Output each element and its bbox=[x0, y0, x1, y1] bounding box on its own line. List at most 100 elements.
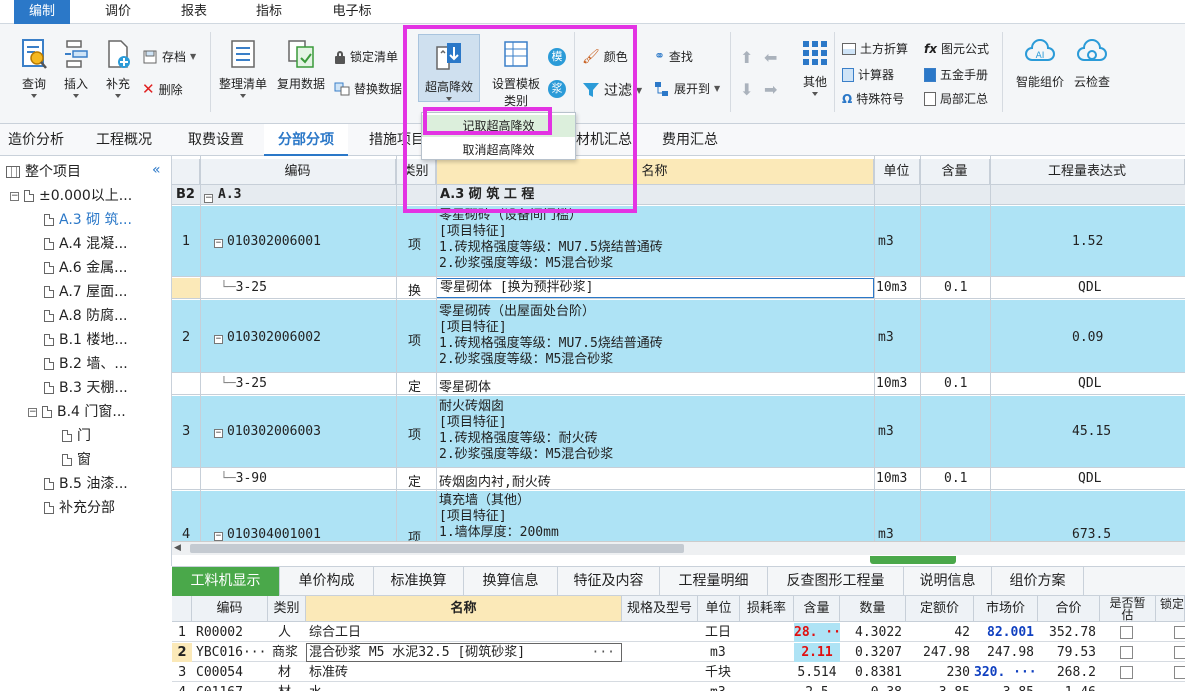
table-row[interactable]: 2 −010302006002 项 零星砌砖（出屋面处台阶） [项目特征] 1.… bbox=[172, 300, 1185, 373]
table-row[interactable]: 1 −010302006001 项 零星砌砖（设备间门槛） [项目特征] 1.砖… bbox=[172, 206, 1185, 277]
smart-price-button[interactable]: AI 智能组价 bbox=[1010, 38, 1070, 90]
bottom-header-quota-price[interactable]: 定额价 bbox=[906, 596, 974, 622]
lock-checkbox[interactable] bbox=[1174, 666, 1185, 679]
hardware-manual-button[interactable]: 五金手册 bbox=[924, 66, 988, 83]
scroll-left-icon[interactable]: ◀ bbox=[174, 543, 181, 553]
arrow-down-icon[interactable]: ⬇ bbox=[740, 80, 753, 99]
reuse-data-button[interactable]: 复用数据 bbox=[274, 38, 328, 92]
save-button[interactable]: 存档 ▼ bbox=[142, 48, 196, 65]
menu-dianzibiao[interactable]: 电子标 bbox=[322, 0, 382, 24]
other-button[interactable]: 其他 bbox=[796, 38, 834, 96]
tab-fee-summary[interactable]: 费用汇总 bbox=[650, 124, 730, 156]
query-button[interactable]: 查询 bbox=[14, 38, 54, 98]
lock-checkbox[interactable] bbox=[1174, 626, 1185, 639]
expand-to-button[interactable]: 展开到 ▼ bbox=[654, 80, 720, 97]
tree-node[interactable]: 补充分部 bbox=[44, 496, 115, 520]
tree-node[interactable]: B.5 油漆... bbox=[44, 472, 128, 496]
tree-node[interactable]: B.2 墙、... bbox=[44, 352, 128, 376]
row-name-input[interactable]: 零星砌体 [换为预拌砂浆] bbox=[436, 278, 874, 298]
local-summary-button[interactable]: 局部汇总 bbox=[924, 90, 988, 107]
arrow-left-icon[interactable]: ⬅ bbox=[764, 48, 777, 67]
tab-reverse-check[interactable]: 反查图形工程量 bbox=[768, 567, 904, 596]
tree-node[interactable]: 门 bbox=[62, 424, 91, 448]
tab-features[interactable]: 特征及内容 bbox=[558, 567, 660, 596]
tab-fee-settings[interactable]: 取费设置 bbox=[174, 124, 258, 156]
section-row[interactable]: B2 − A.3 A.3 砌 筑 工 程 bbox=[172, 185, 1185, 205]
bottom-header-code[interactable]: 编码 bbox=[192, 596, 268, 622]
table-row-selected[interactable]: 2 YBC016··· 商浆 混合砂浆 M5 水泥32.5 [砌筑砂浆] ··· … bbox=[172, 643, 1185, 662]
scrollbar-thumb[interactable] bbox=[190, 544, 684, 553]
provisional-checkbox[interactable] bbox=[1120, 626, 1133, 639]
arrow-up-icon[interactable]: ⬆ bbox=[740, 48, 753, 67]
tree-node[interactable]: A.4 混凝... bbox=[44, 232, 128, 256]
grid-header-qty[interactable]: 含量 bbox=[920, 159, 990, 185]
collapse-box-icon[interactable]: − bbox=[204, 189, 213, 204]
find-button[interactable]: ⚭ 查找 bbox=[654, 48, 693, 65]
tab-sub-items[interactable]: 分部分项 bbox=[264, 124, 348, 156]
tree-node[interactable]: − B.4 门窗... bbox=[28, 400, 126, 424]
menu-baobiao[interactable]: 报表 bbox=[170, 0, 218, 24]
table-row[interactable]: └─3-90 定 砖烟囱内衬,耐火砖 10m3 0.1 QDL bbox=[172, 469, 1185, 490]
bottom-header-qty[interactable]: 数量 bbox=[840, 596, 906, 622]
tree-node[interactable]: − ±0.000以上... bbox=[10, 184, 132, 208]
tree-node[interactable]: A.6 金属... bbox=[44, 256, 128, 280]
replace-data-button[interactable]: 替换数据 bbox=[334, 80, 402, 97]
tab-description[interactable]: 说明信息 bbox=[904, 567, 992, 596]
provisional-checkbox[interactable] bbox=[1120, 646, 1133, 659]
tab-price-plan[interactable]: 组价方案 bbox=[992, 567, 1084, 596]
table-row[interactable]: 3 C00054 材 标准砖 千块 5.514 0.8381 230 320. … bbox=[172, 663, 1185, 682]
bottom-header-total[interactable]: 合价 bbox=[1038, 596, 1100, 622]
menu-item-cancel-super-height[interactable]: 取消超高降效 bbox=[422, 139, 575, 161]
special-symbol-button[interactable]: Ω 特殊符号 bbox=[842, 90, 904, 107]
bottom-header-type[interactable]: 类别 bbox=[268, 596, 306, 622]
table-row[interactable]: 4 C01167 材 水 m3 2.5 0.38 3.85 3.85 1.46 bbox=[172, 683, 1185, 691]
bottom-header-name[interactable]: 名称 bbox=[306, 596, 622, 622]
provisional-checkbox[interactable] bbox=[1120, 666, 1133, 679]
arrow-right-icon[interactable]: ➡ bbox=[764, 80, 777, 99]
tree-node-selected[interactable]: A.3 砌 筑... bbox=[44, 208, 132, 232]
splitter-handle[interactable] bbox=[870, 556, 956, 564]
calculator-button[interactable]: 计算器 bbox=[842, 66, 894, 83]
table-row[interactable]: 4 −010304001001 项 填充墙（其他） [项目特征] 1.墙体厚度：… bbox=[172, 491, 1185, 546]
bottom-header-provisional[interactable]: 是否暂估 bbox=[1100, 596, 1156, 622]
delete-button[interactable]: ✕ 删除 bbox=[142, 80, 183, 98]
table-row[interactable]: 1 R00002 人 综合工日 工日 28. ··· 4.3022 42 82.… bbox=[172, 623, 1185, 642]
grid-header-code[interactable]: 编码 bbox=[200, 159, 396, 185]
figure-formula-button[interactable]: fx 图元公式 bbox=[924, 40, 989, 57]
tree-node[interactable]: B.1 楼地... bbox=[44, 328, 128, 352]
earthwork-button[interactable]: 土方折算 bbox=[842, 40, 908, 57]
tree-node[interactable]: B.3 天棚... bbox=[44, 376, 128, 400]
table-row[interactable]: └─3-25 换 零星砌体 [换为预拌砂浆] 10m3 0.1 QDL bbox=[172, 278, 1185, 299]
menu-zhibiao[interactable]: 指标 bbox=[244, 0, 294, 24]
menu-bianzhi[interactable]: 编制 bbox=[14, 0, 70, 24]
bottom-header-loss[interactable]: 损耗率 bbox=[740, 596, 794, 622]
tab-unit-price[interactable]: 单价构成 bbox=[280, 567, 374, 596]
tab-labor-material[interactable]: 工料机显示 bbox=[172, 567, 280, 596]
tree-node[interactable]: 窗 bbox=[62, 448, 91, 472]
tree-node[interactable]: A.8 防腐... bbox=[44, 304, 128, 328]
table-row[interactable]: 3 −010302006003 项 耐火砖烟囱 [项目特征] 1.砖规格强度等级… bbox=[172, 396, 1185, 468]
organize-list-button[interactable]: 整理清单 bbox=[216, 38, 270, 98]
tab-project-overview[interactable]: 工程概况 bbox=[84, 124, 164, 156]
bottom-header-content[interactable]: 含量 bbox=[794, 596, 840, 622]
grid-header-expr[interactable]: 工程量表达式 bbox=[990, 159, 1185, 185]
bottom-header-lock[interactable]: 锁定 bbox=[1156, 596, 1185, 622]
collapse-panel-icon[interactable]: « bbox=[152, 162, 161, 178]
tab-standard-conversion[interactable]: 标准换算 bbox=[374, 567, 464, 596]
lock-list-button[interactable]: 锁定清单 bbox=[334, 48, 398, 65]
tree-node[interactable]: A.7 屋面... bbox=[44, 280, 128, 304]
cloud-check-button[interactable]: 云检查 bbox=[1068, 38, 1116, 90]
menu-tiaojia[interactable]: 调价 bbox=[92, 0, 144, 24]
lock-checkbox[interactable] bbox=[1174, 646, 1185, 659]
insert-button[interactable]: 插入 bbox=[58, 38, 94, 98]
bottom-header-unit[interactable]: 单位 bbox=[698, 596, 740, 622]
tab-quantity-details[interactable]: 工程量明细 bbox=[660, 567, 768, 596]
bottom-header-spec[interactable]: 规格及型号 bbox=[622, 596, 698, 622]
horizontal-scrollbar[interactable]: ◀ bbox=[172, 541, 1185, 555]
row-name-input[interactable]: 混合砂浆 M5 水泥32.5 [砌筑砂浆] ··· bbox=[306, 643, 622, 662]
bottom-header-market-price[interactable]: 市场价 bbox=[974, 596, 1038, 622]
grid-header-unit[interactable]: 单位 bbox=[874, 159, 920, 185]
more-icon[interactable]: ··· bbox=[592, 644, 615, 661]
tab-conversion-info[interactable]: 换算信息 bbox=[464, 567, 558, 596]
table-row[interactable]: └─3-25 定 零星砌体 10m3 0.1 QDL bbox=[172, 374, 1185, 395]
